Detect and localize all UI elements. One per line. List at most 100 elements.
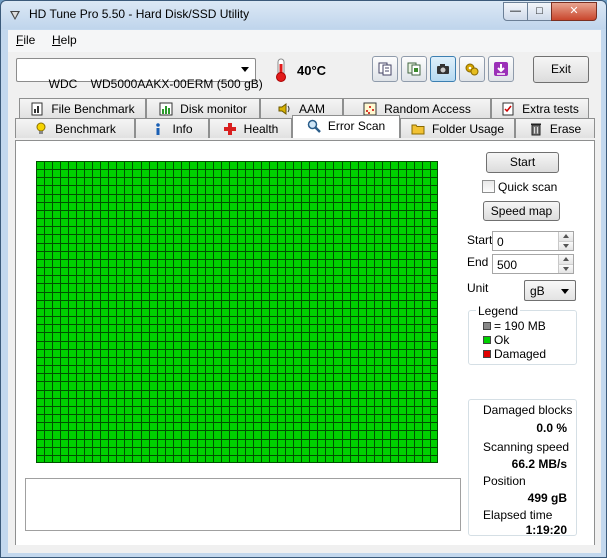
tab-label: Health [243, 122, 279, 136]
toolbar: WDC WD5000AAKX-00ERM (500 gB) 40°C Exit [8, 52, 601, 92]
legend-title: Legend [476, 304, 521, 318]
start-field-label: Start [467, 233, 493, 247]
legend-block-swatch [483, 322, 491, 330]
window-title: HD Tune Pro 5.50 - Hard Disk/SSD Utility [29, 7, 250, 21]
menu-bar: File Help [8, 30, 601, 52]
damaged-blocks-label: Damaged blocks [483, 403, 573, 417]
menu-file[interactable]: File [16, 33, 35, 47]
unit-select[interactable]: gB [524, 280, 576, 301]
tab-disk-monitor[interactable]: Disk monitor [146, 98, 260, 118]
status-bar [8, 545, 601, 553]
download-button[interactable] [488, 56, 514, 82]
unit-value: gB [530, 284, 545, 298]
title-bar[interactable]: HD Tune Pro 5.50 - Hard Disk/SSD Utility… [1, 1, 606, 29]
legend-damaged-swatch [483, 350, 491, 358]
spin-up-icon[interactable] [558, 232, 573, 241]
end-field-label: End [467, 255, 489, 269]
options-button[interactable] [459, 56, 485, 82]
legend-block-size: = 190 MB [494, 319, 546, 333]
log-box[interactable] [25, 478, 461, 531]
tab-strip: File Benchmark Disk monitor AAM Random A… [15, 98, 595, 140]
chevron-down-icon [241, 67, 249, 72]
quick-scan-checkbox[interactable] [482, 180, 495, 193]
tab-label: File Benchmark [51, 102, 135, 116]
tab-label: Random Access [384, 102, 471, 116]
stats-group: Damaged blocks 0.0 % Scanning speed 66.2… [468, 399, 577, 537]
end-spinbox[interactable]: 500 [492, 254, 574, 274]
client-area: File Help WDC WD5000AAKX-00ERM (500 gB) … [8, 30, 601, 553]
tab-extra-tests[interactable]: Extra tests [491, 98, 589, 118]
copy-screen-button[interactable] [401, 56, 427, 82]
copy-screen-icon [407, 62, 421, 76]
spin-down-icon[interactable] [558, 241, 573, 250]
tab-file-benchmark[interactable]: File Benchmark [19, 98, 146, 118]
tab-health[interactable]: Health [209, 118, 292, 138]
tab-label: Disk monitor [180, 102, 247, 116]
drive-select[interactable]: WDC WD5000AAKX-00ERM (500 gB) [16, 58, 263, 91]
tab-benchmark[interactable]: Benchmark [15, 118, 135, 138]
thermometer-icon [276, 58, 286, 82]
spin-up-icon[interactable] [558, 255, 573, 264]
scanning-speed-label: Scanning speed [483, 440, 570, 454]
chevron-down-icon [561, 289, 569, 294]
copy-info-icon [378, 62, 392, 76]
tab-erase[interactable]: Erase [515, 118, 595, 138]
disk-monitor-icon [159, 102, 173, 116]
magnifier-icon [307, 119, 321, 133]
file-benchmark-icon [31, 102, 43, 116]
tab-label: Extra tests [522, 102, 579, 116]
spin-down-icon[interactable] [558, 264, 573, 273]
tab-label: Info [172, 122, 193, 136]
tab-label: Error Scan [327, 119, 386, 133]
trash-icon [530, 123, 541, 136]
start-button[interactable]: Start [486, 152, 559, 173]
error-scan-panel: Start Quick scan Speed map Start 0 End 5… [15, 140, 595, 553]
camera-icon [437, 64, 449, 74]
exit-button[interactable]: Exit [533, 56, 589, 83]
elapsed-time-label: Elapsed time [483, 508, 553, 522]
folder-icon [411, 124, 425, 135]
position-label: Position [483, 474, 526, 488]
maximize-button[interactable]: □ [527, 2, 552, 21]
info-icon [156, 123, 161, 135]
maximize-icon: □ [536, 5, 543, 17]
unit-label: Unit [467, 281, 489, 295]
tab-label: Erase [549, 122, 582, 136]
tab-info[interactable]: Info [135, 118, 209, 138]
block-map [36, 161, 438, 463]
tab-label: Benchmark [55, 122, 116, 136]
tab-error-scan[interactable]: Error Scan [292, 115, 400, 138]
hd-tune-app-icon [10, 11, 20, 20]
legend-damaged-label: Damaged [494, 347, 547, 361]
legend-ok-label: Ok [494, 333, 510, 347]
start-value: 0 [497, 235, 504, 249]
legend-group: Legend = 190 MB Ok Damaged [468, 304, 577, 365]
drive-select-value: WDC WD5000AAKX-00ERM (500 gB) [48, 77, 263, 91]
elapsed-time-value: 1:19:20 [525, 523, 567, 537]
tab-folder-usage[interactable]: Folder Usage [400, 118, 515, 138]
end-value: 500 [497, 258, 518, 272]
extra-tests-icon [502, 102, 514, 116]
tab-label: AAM [298, 102, 325, 116]
damaged-blocks-value: 0.0 % [536, 421, 567, 435]
minimize-button[interactable]: — [503, 2, 528, 21]
copy-info-button[interactable] [372, 56, 398, 82]
speed-map-button[interactable]: Speed map [483, 201, 560, 221]
close-button[interactable]: ✕ [551, 2, 597, 21]
options-icon [465, 63, 479, 76]
close-icon: ✕ [569, 5, 579, 17]
app-window: HD Tune Pro 5.50 - Hard Disk/SSD Utility… [0, 0, 607, 558]
health-cross-icon [223, 123, 236, 135]
screenshot-button[interactable] [430, 56, 456, 82]
start-spinbox[interactable]: 0 [492, 231, 574, 251]
menu-help-accel: H [52, 33, 61, 47]
quick-scan-label: Quick scan [498, 180, 558, 194]
minimize-icon: — [510, 5, 521, 17]
menu-help[interactable]: Help [52, 33, 77, 47]
speaker-icon [278, 103, 290, 115]
block-map-svg [36, 161, 438, 463]
position-value: 499 gB [527, 491, 567, 505]
temperature-readout: 40°C [297, 63, 327, 78]
tab-label: Folder Usage [431, 122, 505, 136]
menu-file-label: ile [23, 33, 36, 47]
